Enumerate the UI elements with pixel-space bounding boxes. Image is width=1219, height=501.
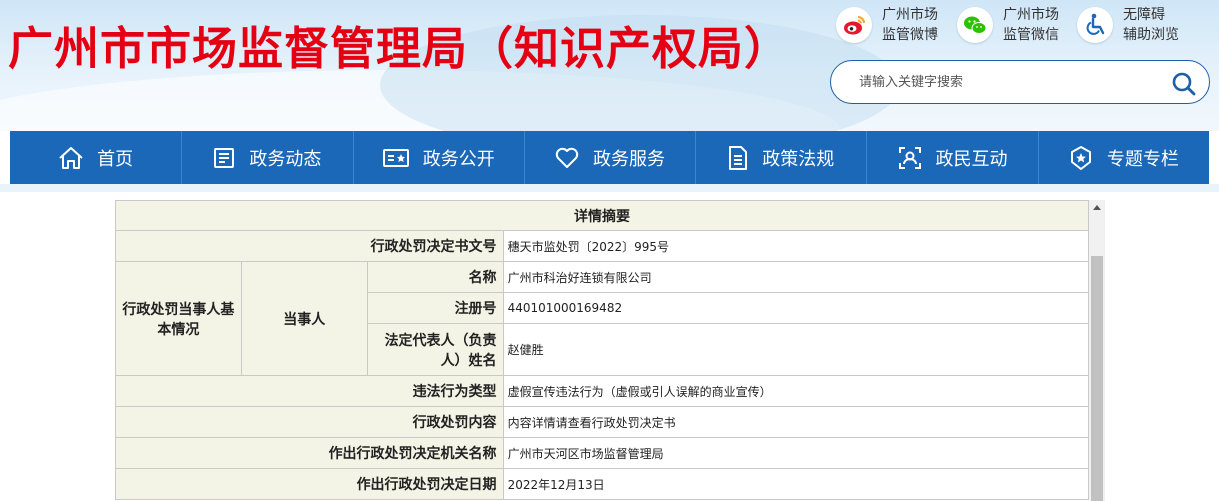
- badge-icon: [1070, 145, 1091, 170]
- search-box: [830, 60, 1210, 104]
- detail-table: 详情摘要 行政处罚决定书文号 穗天市监处罚〔2022〕995号 行政处罚当事人基…: [115, 200, 1090, 500]
- penalty-content-label: 行政处罚内容: [115, 406, 504, 438]
- nav-service[interactable]: 政务服务: [523, 131, 695, 184]
- table-row: 行政处罚内容 内容详情请查看行政处罚决定书: [115, 406, 1090, 438]
- scroll-up-arrow-icon[interactable]: [1089, 200, 1105, 216]
- reg-no-value: 440101000169482: [502, 292, 1090, 324]
- document-icon: [729, 145, 748, 170]
- news-icon: [214, 147, 235, 168]
- legal-rep-label: 法定代表人（负责人）姓名: [366, 323, 504, 376]
- nav-policy[interactable]: 政策法规: [695, 131, 866, 184]
- service-heart-icon: [555, 147, 579, 168]
- detail-header-row: 详情摘要: [115, 200, 1089, 231]
- nav-news-label: 政务动态: [249, 148, 322, 170]
- wechat-line1: 广州市场: [1003, 7, 1059, 23]
- party-label: 当事人: [240, 261, 368, 376]
- accessibility-line1: 无障碍: [1123, 7, 1165, 23]
- violation-type-value: 虚假宣传违法行为（虚假或引人误解的商业宣传）: [502, 375, 1090, 407]
- detail-title: 详情摘要: [115, 200, 1089, 231]
- home-icon: [59, 146, 83, 169]
- decision-date-value: 2022年12月13日: [502, 468, 1090, 500]
- accessibility-icon: [1077, 7, 1113, 43]
- scrollbar[interactable]: [1089, 200, 1105, 501]
- nav-home[interactable]: 首页: [10, 131, 181, 184]
- accessibility-line2: 辅助浏览: [1123, 27, 1179, 43]
- authority-value: 广州市天河区市场监督管理局: [502, 437, 1090, 469]
- authority-label: 作出行政处罚决定机关名称: [115, 437, 504, 469]
- weibo-icon: [836, 7, 872, 43]
- public-info-icon: [382, 148, 409, 167]
- nav-public[interactable]: 政务公开: [352, 131, 524, 184]
- nav-special[interactable]: 专题专栏: [1037, 131, 1209, 184]
- table-row: 作出行政处罚决定机关名称 广州市天河区市场监督管理局: [115, 437, 1090, 469]
- decision-no-value: 穗天市监处罚〔2022〕995号: [502, 230, 1090, 262]
- nav-special-label: 专题专栏: [1106, 148, 1179, 170]
- nav-interaction[interactable]: 政民互动: [866, 131, 1037, 184]
- top-links: 广州市场 监管微博 广州市场 监管微信 无障碍 辅助浏览: [836, 4, 1216, 48]
- party-basic-label: 行政处罚当事人基本情况: [115, 261, 242, 376]
- main-nav: 首页 政务动态 政务公开 政务服务 政策法规 政民互动 专题专栏: [10, 131, 1209, 184]
- nav-news[interactable]: 政务动态: [181, 131, 352, 184]
- violation-type-label: 违法行为类型: [115, 375, 504, 407]
- table-row: 行政处罚当事人基本情况 当事人 名称 广州市科治好连锁有限公司: [115, 261, 1090, 376]
- search-input[interactable]: [859, 61, 1159, 103]
- scrollbar-thumb[interactable]: [1091, 256, 1103, 501]
- decision-date-label: 作出行政处罚决定日期: [115, 468, 504, 500]
- nav-interaction-label: 政民互动: [935, 148, 1008, 170]
- weibo-line2: 监管微博: [882, 27, 938, 43]
- table-row: 违法行为类型 虚假宣传违法行为（虚假或引人误解的商业宣传）: [115, 375, 1090, 407]
- interaction-icon: [898, 146, 921, 169]
- wechat-line2: 监管微信: [1003, 27, 1059, 43]
- penalty-content-value: 内容详情请查看行政处罚决定书: [502, 406, 1090, 438]
- name-value: 广州市科治好连锁有限公司: [502, 261, 1090, 293]
- site-title: 广州市市场监督管理局（知识产权局）: [8, 22, 791, 75]
- nav-home-label: 首页: [97, 148, 134, 170]
- name-label: 名称: [366, 261, 504, 293]
- weibo-line1: 广州市场: [882, 7, 938, 23]
- wechat-icon: [957, 7, 993, 43]
- search-icon[interactable]: [1171, 71, 1197, 97]
- reg-no-label: 注册号: [366, 292, 504, 324]
- nav-policy-label: 政策法规: [762, 148, 835, 170]
- table-row: 行政处罚决定书文号 穗天市监处罚〔2022〕995号: [115, 230, 1090, 262]
- nav-service-label: 政务服务: [592, 148, 665, 170]
- table-row: 作出行政处罚决定日期 2022年12月13日: [115, 468, 1090, 500]
- legal-rep-value: 赵健胜: [502, 323, 1090, 376]
- site-header: 广州市市场监督管理局（知识产权局） 广州市场 监管微博 广州市场 监管微信 无障…: [0, 0, 1219, 131]
- decision-no-label: 行政处罚决定书文号: [115, 230, 504, 262]
- nav-public-label: 政务公开: [422, 148, 495, 170]
- nav-shadow-strip: [0, 184, 1219, 192]
